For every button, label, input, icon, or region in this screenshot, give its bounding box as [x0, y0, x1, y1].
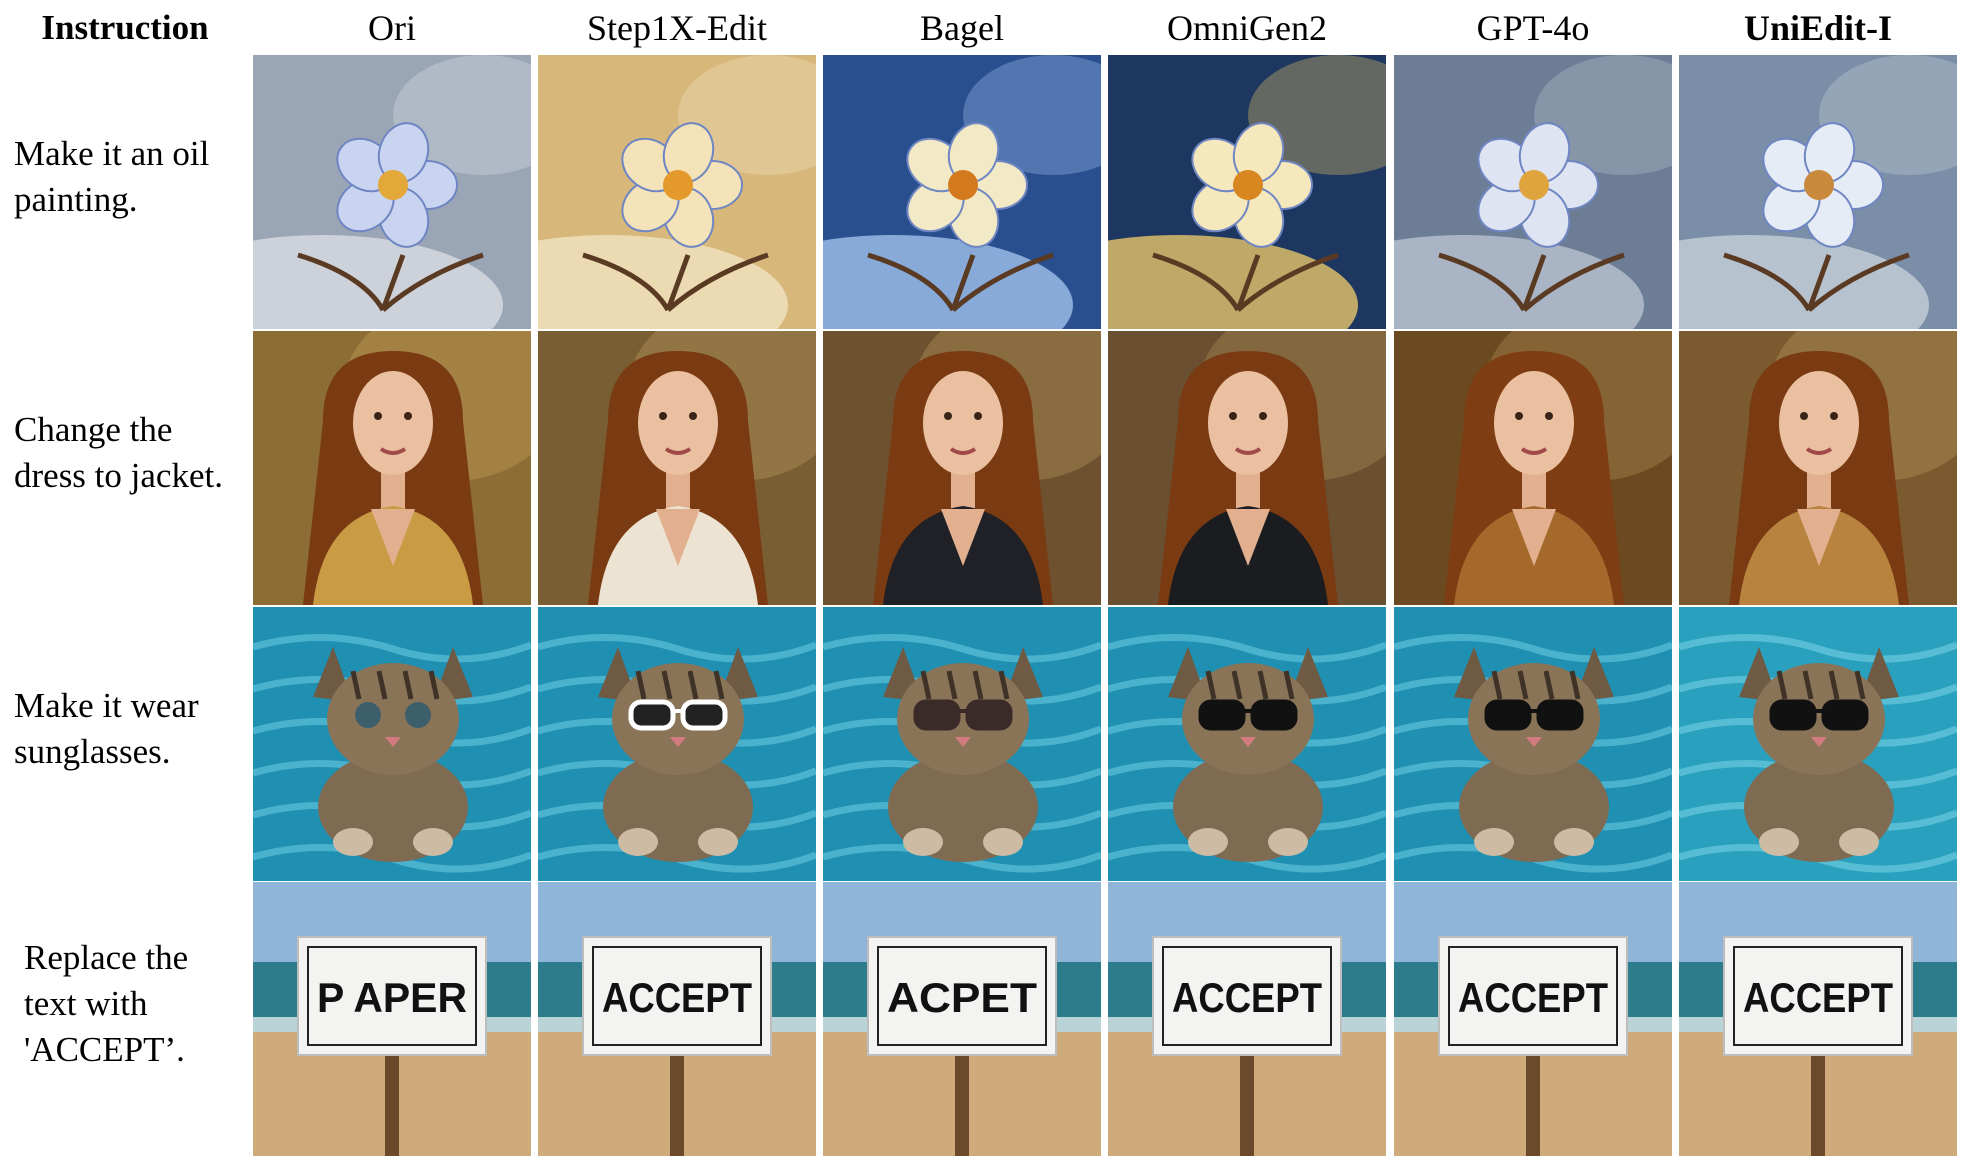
- result-image-portrait-gpt-4o: [1394, 331, 1672, 605]
- kitten-illustration: [538, 607, 816, 881]
- result-image-kitten-step1x-edit: [538, 607, 816, 881]
- sign-illustration: P APER: [253, 882, 531, 1156]
- portrait-illustration: [1679, 331, 1957, 605]
- flower-illustration: [1394, 55, 1672, 329]
- result-image-sign-step1x-edit: ACCEPT: [538, 882, 816, 1156]
- result-image-kitten-ori: [253, 607, 531, 881]
- result-image-kitten-omnigen2: [1108, 607, 1386, 881]
- result-image-portrait-step1x-edit: [538, 331, 816, 605]
- result-image-flower-ori: [253, 55, 531, 329]
- sign-illustration: ACPET: [823, 882, 1101, 1156]
- instruction-text: painting.: [14, 180, 138, 219]
- portrait-illustration: [538, 331, 816, 605]
- result-image-portrait-ori: [253, 331, 531, 605]
- result-image-portrait-uniedit-i: [1679, 331, 1957, 605]
- result-image-flower-step1x-edit: [538, 55, 816, 329]
- sign-illustration: ACCEPT: [1108, 882, 1386, 1156]
- kitten-illustration: [1394, 607, 1672, 881]
- header-uniedit-i: UniEdit-I: [1743, 8, 1893, 48]
- sign-text: ACCEPT: [602, 974, 752, 1021]
- kitten-illustration: [1679, 607, 1957, 881]
- portrait-illustration: [253, 331, 531, 605]
- result-image-sign-omnigen2: ACCEPT: [1108, 882, 1386, 1156]
- header-instruction: Instruction: [41, 8, 209, 47]
- result-image-sign-uniedit-i: ACCEPT: [1679, 882, 1957, 1156]
- result-image-kitten-uniedit-i: [1679, 607, 1957, 881]
- instruction-text: text with: [24, 984, 148, 1023]
- kitten-illustration: [823, 607, 1101, 881]
- portrait-illustration: [1394, 331, 1672, 605]
- flower-illustration: [1679, 55, 1957, 329]
- instruction-text: Make it wear: [14, 686, 199, 725]
- sign-illustration: ACCEPT: [1394, 882, 1672, 1156]
- result-image-sign-bagel: ACPET: [823, 882, 1101, 1156]
- sign-text: ACCEPT: [1458, 974, 1608, 1021]
- result-image-portrait-bagel: [823, 331, 1101, 605]
- instruction-text: dress to jacket.: [14, 456, 223, 495]
- result-image-flower-uniedit-i: [1679, 55, 1957, 329]
- sign-text: ACCEPT: [1743, 974, 1893, 1021]
- sign-text: P APER: [317, 974, 467, 1021]
- result-image-flower-gpt-4o: [1394, 55, 1672, 329]
- instruction-text: sunglasses.: [14, 732, 171, 771]
- kitten-illustration: [253, 607, 531, 881]
- result-image-kitten-bagel: [823, 607, 1101, 881]
- portrait-illustration: [823, 331, 1101, 605]
- portrait-illustration: [1108, 331, 1386, 605]
- sign-text: ACCEPT: [1172, 974, 1322, 1021]
- result-image-sign-gpt-4o: ACCEPT: [1394, 882, 1672, 1156]
- result-image-portrait-omnigen2: [1108, 331, 1386, 605]
- header-ori: Ori: [368, 8, 416, 48]
- result-image-sign-ori: P APER: [253, 882, 531, 1156]
- sign-illustration: ACCEPT: [1679, 882, 1957, 1156]
- flower-illustration: [1108, 55, 1386, 329]
- header-omnigen2: OmniGen2: [1167, 8, 1327, 48]
- result-image-flower-bagel: [823, 55, 1101, 329]
- header-bagel: Bagel: [920, 8, 1004, 48]
- result-image-kitten-gpt-4o: [1394, 607, 1672, 881]
- flower-illustration: [538, 55, 816, 329]
- instruction-text: Replace the: [24, 938, 189, 977]
- instruction-text: 'ACCEPT’.: [24, 1030, 185, 1069]
- header-gpt-4o: GPT-4o: [1476, 8, 1590, 48]
- sign-illustration: ACCEPT: [538, 882, 816, 1156]
- sign-text: ACPET: [887, 974, 1037, 1021]
- instruction-text: Make it an oil: [14, 134, 210, 173]
- header-step1x-edit: Step1X-Edit: [587, 8, 767, 48]
- flower-illustration: [253, 55, 531, 329]
- result-image-flower-omnigen2: [1108, 55, 1386, 329]
- kitten-illustration: [1108, 607, 1386, 881]
- instruction-text: Change the: [14, 410, 173, 449]
- flower-illustration: [823, 55, 1101, 329]
